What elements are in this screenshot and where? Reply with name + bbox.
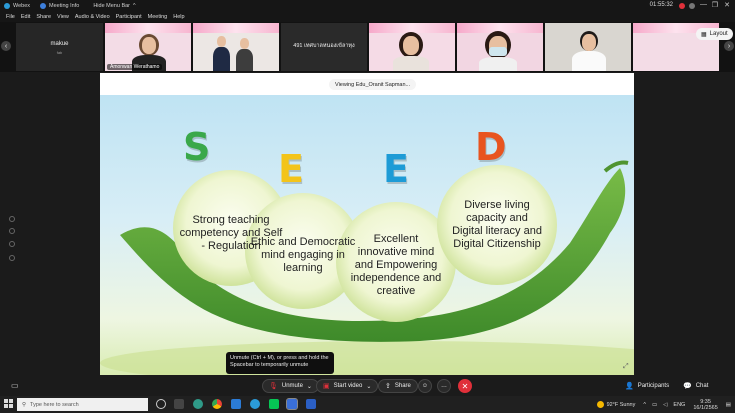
chat-button[interactable]: 💬 Chat [677, 379, 714, 393]
hide-menu-bar-button[interactable]: Hide Menu Bar ^ [93, 3, 135, 9]
menu-view[interactable]: View [57, 14, 69, 20]
mic-muted-icon: 🎙 [269, 383, 278, 390]
webex-taskbar-icon[interactable] [250, 399, 260, 409]
participant-tile-6[interactable] [457, 23, 543, 71]
bubble-text-4: Diverse living capacity and Digital lite… [452, 199, 542, 250]
restore-button[interactable]: ❐ [712, 1, 718, 9]
start-video-button[interactable]: ▣ Start video ⌄ [316, 379, 379, 393]
volume-icon[interactable]: ◁ [663, 402, 667, 408]
chat-icon: 💬 [683, 383, 692, 390]
participant-strip: makue fab Amonwan Werathamo 491 เทศบาลหน… [0, 22, 735, 72]
seed-letter-d: D [475, 125, 507, 169]
shared-content: S E E D Strong teaching competency and S… [100, 73, 634, 375]
reactions-button[interactable]: ☺ [418, 379, 432, 393]
participants-button[interactable]: 👤 Participants [619, 379, 675, 393]
menu-share[interactable]: Share [36, 14, 51, 20]
app-title[interactable]: Webex [4, 3, 30, 9]
participant-name: makue [50, 41, 69, 47]
participant-name-label: Amonwan Werathamo [107, 64, 163, 70]
minimize-button[interactable]: — [700, 1, 707, 8]
edge-icon[interactable] [193, 399, 203, 409]
annotate-zoom-icon[interactable] [9, 241, 15, 247]
seed-letter-e2: E [383, 147, 409, 191]
strip-next-button[interactable]: › [724, 41, 734, 51]
participant-tile-1[interactable]: makue fab [16, 23, 103, 71]
chevron-up-icon: ^ [133, 3, 136, 9]
meeting-info-button[interactable]: Meeting Info [40, 3, 79, 9]
annotate-pointer-icon[interactable] [9, 228, 15, 234]
share-button[interactable]: ⇪ Share [378, 379, 418, 393]
widgets-icon[interactable] [174, 399, 184, 409]
menu-file[interactable]: File [6, 14, 15, 20]
menu-audio-video[interactable]: Audio & Video [75, 14, 110, 20]
active-app-icon[interactable] [286, 398, 298, 410]
meeting-timer: 01:55:32 [649, 2, 673, 8]
app-icon[interactable] [231, 399, 241, 409]
share-icon: ⇪ [385, 383, 391, 390]
seed-letter-s: S [183, 125, 211, 169]
person-icon: 👤 [625, 383, 634, 390]
menu-meeting[interactable]: Meeting [148, 14, 168, 20]
title-bar: Webex Meeting Info Hide Menu Bar ^ 01:55:… [0, 0, 735, 12]
menu-bar: File Edit Share View Audio & Video Parti… [0, 12, 735, 22]
chevron-down-icon: ⌄ [306, 383, 312, 390]
tray-chevron-icon[interactable]: ^ [643, 402, 646, 408]
task-view-icon[interactable] [156, 399, 166, 409]
line-icon[interactable] [269, 399, 279, 409]
unmute-tooltip: Unmute (Ctrl + M), or press and hold the… [226, 352, 334, 374]
participant-tile-2[interactable]: Amonwan Werathamo [105, 23, 191, 71]
expand-icon[interactable]: ⤢ [623, 363, 629, 371]
sun-icon [596, 401, 604, 408]
participant-sub: fab [56, 50, 63, 55]
windows-start-icon[interactable] [4, 399, 13, 408]
bubble-text-2: Ethic and Democratic mind engaging in le… [250, 236, 356, 274]
taskbar-clock[interactable]: 9:35 16/1/2565 [693, 399, 717, 411]
video-off-icon: ▣ [323, 383, 330, 390]
menu-participant[interactable]: Participant [116, 14, 142, 20]
annotate-pen-icon[interactable] [9, 216, 15, 222]
layout-button[interactable]: ▦ Layout [696, 28, 733, 40]
participant-tile-4[interactable]: 491 เทศบาลหนองเข้ลาทุง [281, 23, 367, 71]
more-options-button[interactable]: … [437, 379, 451, 393]
participant-tile-3[interactable] [193, 23, 279, 71]
chevron-down-icon: ⌄ [366, 383, 372, 390]
search-icon: ⚲ [22, 401, 27, 408]
annotate-eraser-icon[interactable] [9, 255, 15, 261]
network-icon[interactable]: ▭ [652, 402, 657, 408]
language-indicator[interactable]: ENG [673, 402, 685, 408]
notification-icon[interactable]: ▤ [726, 402, 731, 408]
leave-meeting-button[interactable]: ✕ [458, 379, 472, 393]
participant-tile-7[interactable] [545, 23, 631, 71]
captions-icon[interactable]: ▭ [11, 381, 19, 390]
info-icon [40, 3, 47, 9]
chrome-icon[interactable] [212, 399, 222, 409]
unmute-button[interactable]: 🎙 Unmute ⌄ [262, 379, 319, 393]
status-icon [689, 3, 695, 9]
bubble-text-3: Excellent innovative mind and Empowering… [350, 233, 442, 297]
close-window-button[interactable]: ✕ [724, 1, 730, 9]
participant-name: 491 เทศบาลหนองเข้ลาทุง [293, 43, 355, 49]
layout-grid-icon: ▦ [701, 31, 707, 38]
word-icon[interactable] [306, 399, 316, 409]
meeting-controls: ▭ 🎙 Unmute ⌄ ▣ Start video ⌄ ⇪ Share ☺ … ✕ 👤 P… [0, 376, 735, 396]
windows-taskbar: ⚲ Type here to search 92°F Sunny ^ ▭ ◁ EN… [0, 396, 735, 413]
seed-letter-e1: E [278, 147, 304, 191]
taskbar-search-input[interactable]: ⚲ Type here to search [17, 398, 148, 411]
strip-prev-button[interactable]: ‹ [1, 41, 11, 51]
viewing-label[interactable]: Viewing Edu_Oranit Sapman... [329, 79, 417, 90]
webex-logo-icon [4, 3, 10, 9]
face-mask [489, 47, 507, 56]
recording-icon [679, 3, 685, 9]
menu-edit[interactable]: Edit [21, 14, 30, 20]
smiley-icon: ☺ [421, 383, 429, 389]
menu-help[interactable]: Help [173, 14, 184, 20]
participant-tile-5[interactable] [369, 23, 455, 71]
system-tray: 92°F Sunny ^ ▭ ◁ ENG 9:35 16/1/2565 ▤ [596, 396, 731, 413]
